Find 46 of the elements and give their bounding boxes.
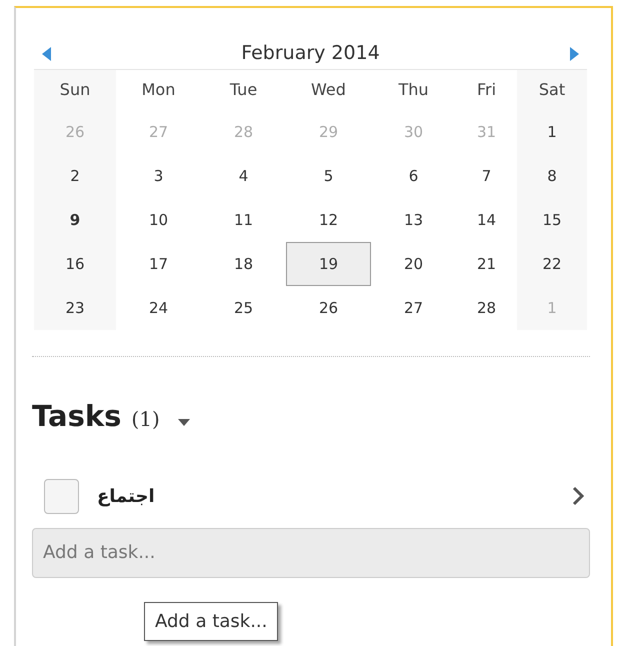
next-month-icon[interactable] <box>570 46 579 60</box>
add-task-field[interactable]: Add a task... <box>32 528 590 578</box>
calendar-day[interactable]: 20 <box>396 248 432 280</box>
task-checkbox[interactable] <box>44 478 79 514</box>
calendar-day[interactable]: 5 <box>316 160 342 192</box>
calendar-day[interactable]: 27 <box>396 292 432 324</box>
calendar-day[interactable]: 26 <box>310 292 346 324</box>
calendar-day[interactable]: 11 <box>226 204 262 236</box>
calendar-day[interactable]: 7 <box>474 160 500 192</box>
previous-month-icon[interactable] <box>42 46 51 60</box>
weekday-label: Sun <box>60 79 90 101</box>
calendar-day[interactable]: 4 <box>230 160 256 192</box>
weekday-label: Mon <box>142 79 176 101</box>
calendar-day[interactable]: 13 <box>396 204 432 236</box>
task-title[interactable]: اجتماع <box>97 482 155 510</box>
tooltip: Add a task... <box>144 602 278 641</box>
task-count: (1) <box>131 406 160 433</box>
tasks-heading: Tasks <box>32 398 122 435</box>
month-title: February 2014 <box>241 41 380 66</box>
calendar-day[interactable]: 2 <box>62 160 88 192</box>
calendar-day[interactable]: 21 <box>468 248 504 280</box>
weekday-label: Fri <box>476 79 496 101</box>
calendar-day[interactable]: 9 <box>62 204 88 236</box>
weekday-label: Thu <box>398 79 429 101</box>
calendar-day[interactable]: 12 <box>310 204 346 236</box>
calendar-day[interactable]: 14 <box>468 204 504 236</box>
calendar-day[interactable]: 19 <box>286 242 371 286</box>
calendar-day[interactable]: 22 <box>534 248 570 280</box>
calendar-day[interactable]: 8 <box>539 160 565 192</box>
calendar-day[interactable]: 6 <box>400 160 426 192</box>
calendar-day[interactable]: 23 <box>57 292 93 324</box>
caret-icon[interactable] <box>178 419 190 426</box>
weekday-label: Tue <box>230 79 258 101</box>
weekday-label: Wed <box>311 79 346 101</box>
calendar-day[interactable]: 18 <box>226 248 262 280</box>
calendar-day[interactable]: 17 <box>140 248 176 280</box>
calendar-day[interactable]: 25 <box>226 292 262 324</box>
calendar-day[interactable]: 3 <box>146 160 172 192</box>
calendar-day[interactable]: 28 <box>468 292 504 324</box>
weekday-label: Sat <box>538 79 566 101</box>
calendar-day[interactable]: 10 <box>140 204 176 236</box>
calendar-day[interactable]: 16 <box>57 248 93 280</box>
chevron-right-icon[interactable] <box>572 486 584 506</box>
calendar-day[interactable]: 1 <box>539 116 565 148</box>
calendar-day[interactable]: 24 <box>140 292 176 324</box>
calendar-day[interactable]: 15 <box>534 204 570 236</box>
